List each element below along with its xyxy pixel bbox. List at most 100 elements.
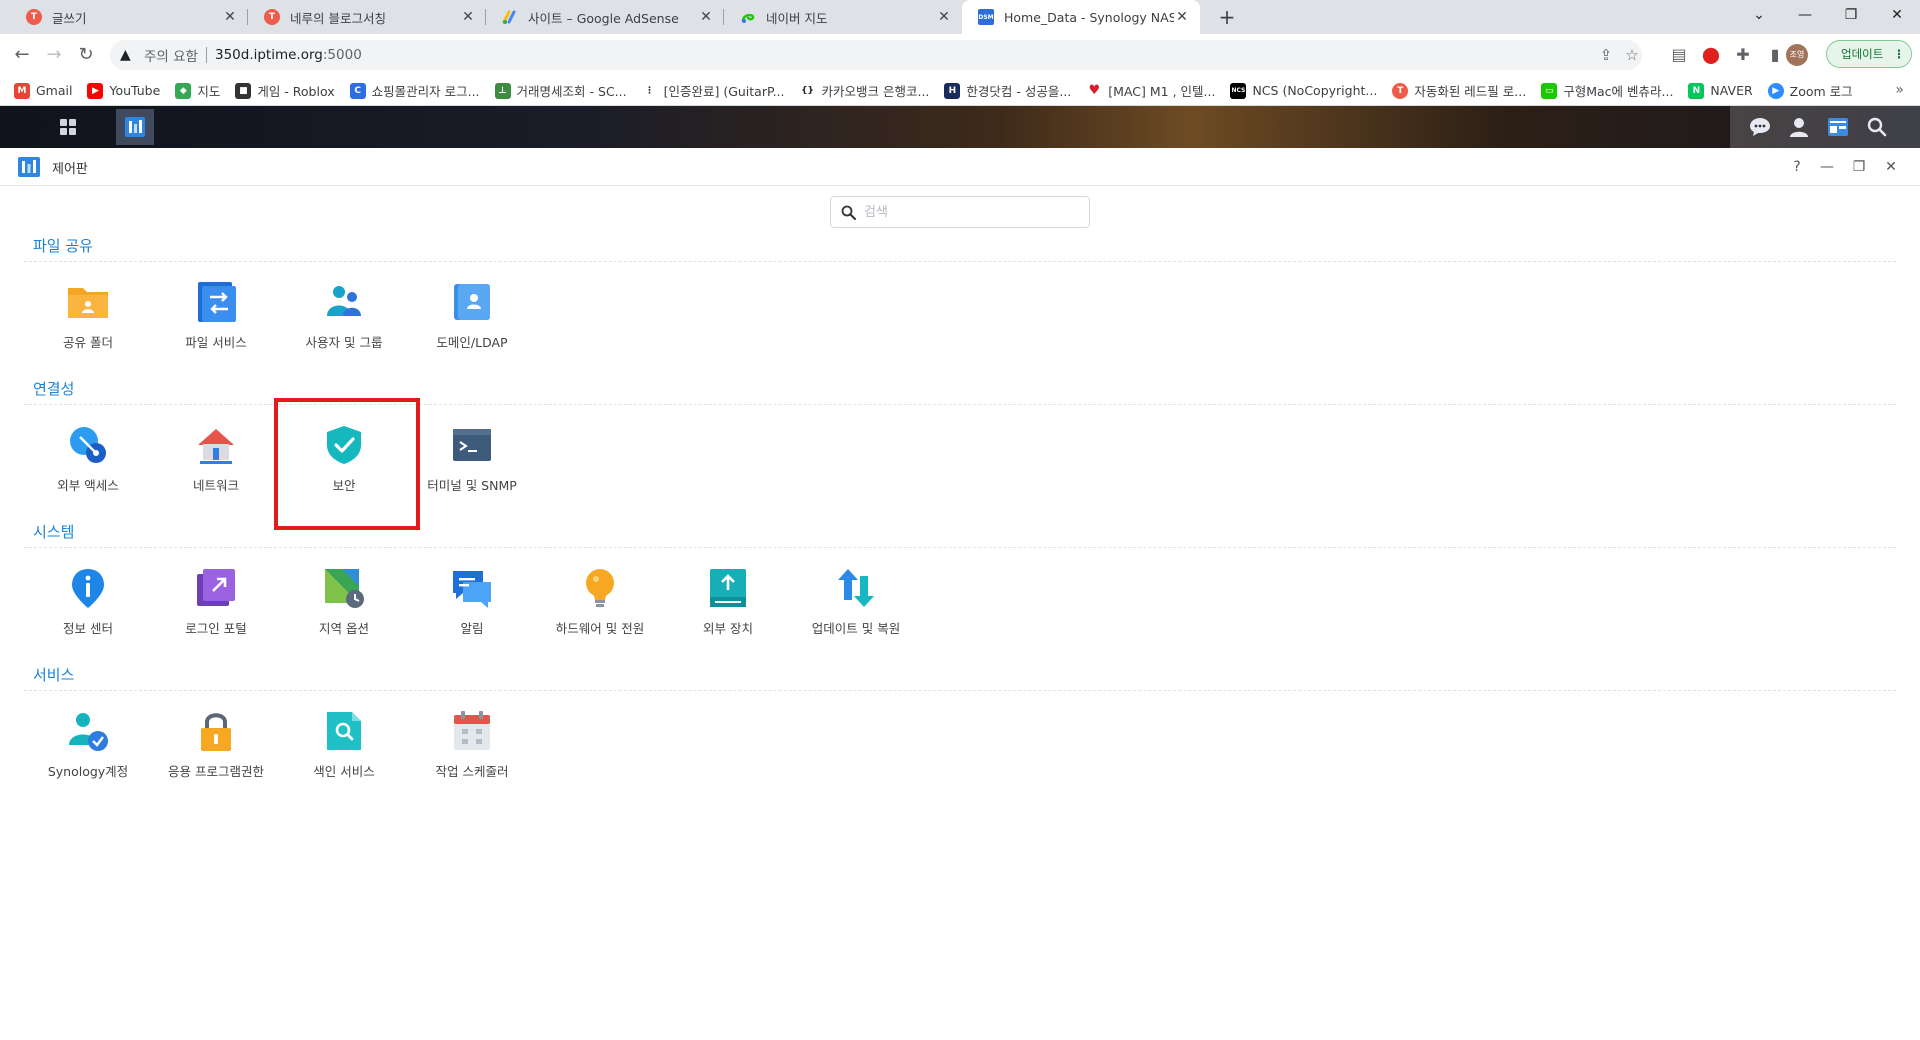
item-notification[interactable]: 알림 (408, 558, 536, 658)
address-bar[interactable]: ▲ 주의 요함 350d.iptime.org:5000 ⇪ ☆ (110, 40, 1642, 70)
item-user-group[interactable]: 사용자 및 그룹 (280, 272, 408, 372)
bookmark-star-icon[interactable]: ☆ (1622, 40, 1642, 70)
item-label: 지역 옵션 (319, 621, 369, 636)
side-panel-icon[interactable]: ▮ (1764, 44, 1786, 66)
section-title: 서비스 (33, 666, 75, 684)
search-input[interactable] (864, 204, 1064, 220)
item-login-portal[interactable]: 로그인 포털 (152, 558, 280, 658)
bookmark-redpill[interactable]: T 자동화된 레드필 로... (1392, 81, 1526, 100)
extensions-puzzle-icon[interactable]: ✚ (1732, 44, 1754, 66)
close-icon[interactable]: ✕ (1174, 9, 1190, 25)
chat-bubble-icon[interactable] (1746, 114, 1774, 140)
more-bookmarks-chevron-icon[interactable]: » (1895, 82, 1904, 98)
ncs-icon: NCS (1230, 82, 1247, 99)
bookmark-hankyung[interactable]: H 한경닷컴 - 성공을... (944, 81, 1071, 100)
new-tab-button[interactable]: + (1214, 4, 1240, 30)
item-label: 네트워크 (192, 478, 239, 493)
close-icon[interactable]: ✕ (936, 9, 952, 25)
bookmark-ventura[interactable]: ▭ 구형Mac에 벤츄라... (1541, 81, 1673, 100)
tistory-favicon-icon: T (26, 9, 42, 25)
item-info-center[interactable]: 정보 센터 (24, 558, 152, 658)
item-indexing-service[interactable]: 색인 서비스 (280, 701, 408, 801)
minimize-icon[interactable]: — (1816, 156, 1838, 178)
tab-title: 네루의 블로그서칭 (290, 10, 386, 26)
item-regional-options[interactable]: 지역 옵션 (280, 558, 408, 658)
item-network[interactable]: 네트워크 (152, 415, 280, 515)
browser-tab-active[interactable]: DSM Home_Data - Synology NAS ✕ (962, 0, 1200, 34)
user-account-icon[interactable] (1785, 114, 1813, 140)
bookmark-gmail[interactable]: M Gmail (14, 82, 72, 99)
item-file-services[interactable]: 파일 서비스 (152, 272, 280, 372)
minimize-window-button[interactable]: — (1782, 0, 1828, 30)
bookmark-roblox[interactable]: ■ 게임 - Roblox (235, 81, 335, 100)
bookmark-naver[interactable]: N NAVER (1688, 82, 1753, 99)
bookmark-youtube[interactable]: ▶ YouTube (87, 82, 160, 99)
item-hardware-power[interactable]: 하드웨어 및 전원 (536, 558, 664, 658)
hankyung-icon: H (944, 82, 961, 99)
file-services-icon (194, 280, 238, 324)
close-window-button[interactable]: ✕ (1874, 0, 1920, 30)
item-external-access[interactable]: 외부 액세스 (24, 415, 152, 515)
widgets-icon[interactable] (1824, 114, 1852, 140)
bookmark-label: Zoom 로그 (1789, 84, 1853, 99)
item-terminal-snmp[interactable]: 터미널 및 SNMP (408, 415, 536, 515)
item-synology-account[interactable]: Synology계정 (24, 701, 152, 801)
browser-tab[interactable]: 네이버 지도 ✕ (724, 0, 962, 34)
cast-icon[interactable]: ▤ (1668, 44, 1690, 66)
more-vertical-icon: ⋮ (1893, 47, 1905, 61)
gmail-icon: M (14, 82, 30, 99)
section-services: 서비스 Synology계정 응용 프로그램권한 색인 서비스 작업 스케줄러 (24, 664, 1896, 801)
item-label: 외부 장치 (703, 621, 753, 636)
bookmark-ncs[interactable]: NCS NCS (NoCopyright... (1230, 82, 1377, 99)
control-panel-taskbar-icon[interactable] (116, 109, 154, 145)
item-domain-ldap[interactable]: 도메인/LDAP (408, 272, 536, 372)
bookmark-kakaobank[interactable]: {} 카카오뱅크 은행코... (799, 81, 929, 100)
bookmark-zoom[interactable]: ▶ Zoom 로그 (1767, 81, 1853, 100)
profile-avatar[interactable]: 조영 (1786, 44, 1808, 66)
warning-triangle-icon[interactable]: ▲ (120, 47, 136, 63)
browser-tab[interactable]: T 글쓰기 ✕ (10, 0, 248, 34)
bookmark-label: [MAC] M1 , 인텔... (1108, 84, 1216, 99)
close-icon[interactable]: ✕ (460, 9, 476, 25)
control-panel-search[interactable] (830, 196, 1090, 228)
dots-icon: ⋮ (641, 82, 658, 99)
terminal-icon (450, 423, 494, 467)
close-icon[interactable]: ✕ (1880, 156, 1902, 178)
item-shared-folder[interactable]: 공유 폴더 (24, 272, 152, 372)
item-update-restore[interactable]: 업데이트 및 복원 (792, 558, 920, 658)
address-divider (205, 47, 207, 63)
browser-tab[interactable]: T 네루의 블로그서칭 ✕ (248, 0, 486, 34)
bookmark-maps[interactable]: ◆ 지도 (175, 81, 220, 100)
help-icon[interactable]: ? (1786, 156, 1808, 178)
share-icon[interactable]: ⇪ (1596, 40, 1616, 70)
browser-tab[interactable]: 사이트 – Google AdSense ✕ (486, 0, 724, 34)
browser-update-button[interactable]: 업데이트 ⋮ (1826, 40, 1912, 68)
item-app-privileges[interactable]: 응용 프로그램권한 (152, 701, 280, 801)
adblock-extension-icon[interactable]: ⬤ (1700, 44, 1722, 66)
regional-options-icon (322, 566, 366, 610)
bookmark-statement[interactable]: ⊥ 거래명세조회 - SC... (494, 81, 627, 100)
item-task-scheduler[interactable]: 작업 스케줄러 (408, 701, 536, 801)
security-warning-text[interactable]: 주의 요함 (144, 45, 198, 65)
restore-window-button[interactable]: ❐ (1828, 0, 1874, 30)
item-label: 외부 액세스 (57, 478, 119, 493)
back-arrow-icon[interactable]: ← (10, 43, 34, 67)
bookmarks-bar: M Gmail ▶ YouTube ◆ 지도 ■ 게임 - Roblox C 쇼핑몰관리자… (0, 76, 1920, 106)
tab-search-chevron-icon[interactable]: ⌄ (1736, 0, 1782, 30)
maximize-icon[interactable]: ❐ (1848, 156, 1870, 178)
search-icon[interactable] (1863, 114, 1891, 140)
reload-icon[interactable]: ↻ (74, 43, 98, 67)
naver-blog-icon: ▭ (1541, 82, 1558, 99)
close-icon[interactable]: ✕ (222, 9, 238, 25)
forward-arrow-icon[interactable]: → (42, 43, 66, 67)
bookmark-guitar[interactable]: ⋮ [인증완료] (GuitarP... (641, 81, 785, 100)
bookmark-label: 자동화된 레드필 로... (1414, 84, 1527, 99)
item-external-devices[interactable]: 외부 장치 (664, 558, 792, 658)
bookmark-shop-admin[interactable]: C 쇼핑몰관리자 로그... (349, 81, 480, 100)
main-menu-grid-icon[interactable] (49, 109, 87, 145)
bookmark-mac-m1[interactable]: ♥ [MAC] M1 , 인텔... (1086, 81, 1215, 100)
close-icon[interactable]: ✕ (698, 9, 714, 25)
shared-folder-icon (66, 280, 110, 324)
control-panel-icon (18, 157, 40, 177)
roblox-icon: ■ (235, 82, 252, 99)
